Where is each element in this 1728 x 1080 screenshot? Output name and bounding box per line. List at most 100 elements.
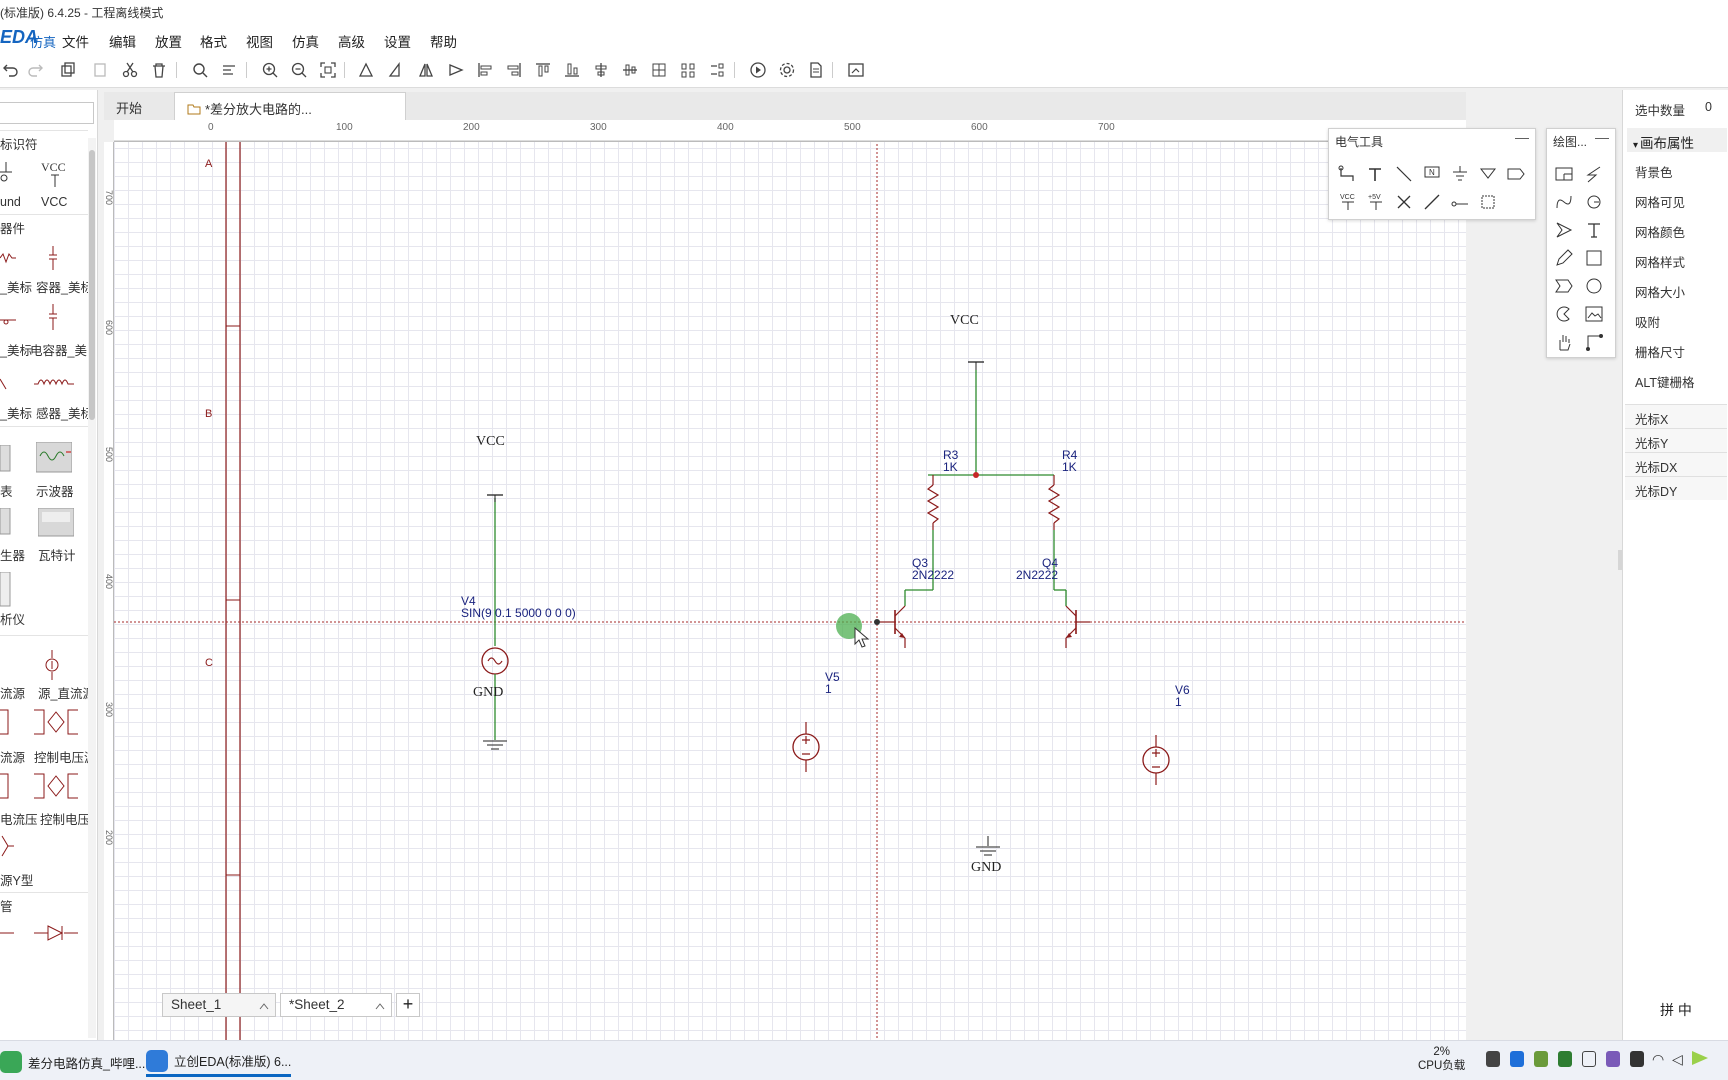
ground-icon[interactable] bbox=[1449, 163, 1471, 185]
resistor-component-icon[interactable] bbox=[0, 250, 16, 266]
prop-background-color[interactable]: 背景色 bbox=[1635, 162, 1673, 181]
align-top-icon[interactable] bbox=[533, 60, 553, 80]
chevron-up-icon[interactable] bbox=[375, 1002, 385, 1010]
align-center-v-icon[interactable] bbox=[620, 60, 640, 80]
cut-icon[interactable] bbox=[120, 60, 140, 80]
hand-pan-icon[interactable] bbox=[1553, 331, 1575, 353]
v4-value[interactable]: SIN(9 0.1 5000 0 0 0) bbox=[461, 606, 576, 620]
net-port-icon[interactable] bbox=[1505, 163, 1527, 185]
delete-icon[interactable] bbox=[149, 60, 169, 80]
table-icon[interactable] bbox=[1553, 163, 1575, 185]
tab-start[interactable]: 开始 bbox=[104, 92, 164, 120]
pin-icon[interactable] bbox=[1449, 191, 1471, 213]
align-grid-icon[interactable] bbox=[649, 60, 669, 80]
paste-icon[interactable] bbox=[90, 60, 110, 80]
prop-alt-snap[interactable]: ALT键栅格 bbox=[1635, 372, 1695, 391]
menu-place[interactable]: 放置 bbox=[155, 31, 182, 51]
menu-view[interactable]: 视图 bbox=[246, 31, 273, 51]
electrolytic-capacitor-icon[interactable] bbox=[48, 304, 58, 330]
wifi-icon[interactable]: ◠ bbox=[1652, 1051, 1664, 1068]
undo-icon[interactable] bbox=[0, 60, 20, 80]
cpu-load-indicator[interactable]: 2% CPU负载 bbox=[1418, 1045, 1465, 1073]
drawing-tools-minimize-button[interactable]: — bbox=[1595, 129, 1609, 145]
add-sheet-button[interactable]: + bbox=[396, 993, 420, 1017]
find-replace-icon[interactable] bbox=[219, 60, 239, 80]
diode-component-icon[interactable] bbox=[0, 312, 16, 328]
gear-icon[interactable] bbox=[777, 60, 797, 80]
circle-icon[interactable] bbox=[1583, 275, 1605, 297]
fit-view-icon[interactable] bbox=[318, 60, 338, 80]
tray-app-icon-1[interactable] bbox=[1486, 1051, 1500, 1067]
vcvs-icon[interactable] bbox=[34, 708, 78, 736]
wattmeter-icon[interactable] bbox=[38, 508, 74, 538]
library-scrollbar-thumb[interactable] bbox=[89, 150, 95, 420]
analyzer-icon[interactable] bbox=[0, 572, 12, 608]
task-bilibili[interactable]: 差分电路仿真_哔哩... bbox=[0, 1047, 145, 1077]
shield-icon[interactable] bbox=[1510, 1051, 1524, 1067]
library-scrollbar[interactable] bbox=[88, 138, 96, 1038]
flip-vertical-icon[interactable] bbox=[446, 60, 466, 80]
vcc-label-left[interactable]: VCC bbox=[476, 434, 505, 450]
rotate-right-icon[interactable] bbox=[386, 60, 406, 80]
prop-grid-color[interactable]: 网格颜色 bbox=[1635, 222, 1685, 241]
r3-value[interactable]: 1K bbox=[943, 460, 958, 474]
bus-icon[interactable] bbox=[1365, 163, 1387, 185]
signal-generator-icon[interactable] bbox=[0, 508, 12, 536]
distribute-h-icon[interactable] bbox=[678, 60, 698, 80]
net-label-icon[interactable]: N bbox=[1421, 163, 1443, 185]
menu-help[interactable]: 帮助 bbox=[430, 31, 457, 51]
plus5v-flag-icon[interactable]: +5V bbox=[1365, 191, 1387, 213]
zener-diode-icon[interactable] bbox=[34, 924, 78, 942]
electrical-tools-minimize-button[interactable]: — bbox=[1515, 129, 1529, 145]
switch-component-icon[interactable] bbox=[0, 375, 16, 391]
inductor-component-icon[interactable] bbox=[34, 376, 80, 390]
vcc-flag-icon[interactable]: VCC bbox=[1337, 191, 1359, 213]
meter-instrument-icon[interactable] bbox=[0, 445, 12, 473]
ime-bar[interactable]: 拼 中 bbox=[1660, 1000, 1692, 1020]
zoom-out-icon[interactable] bbox=[289, 60, 309, 80]
image-icon[interactable] bbox=[1583, 303, 1605, 325]
tray-app-icon-5[interactable] bbox=[1630, 1051, 1644, 1067]
capacitor-component-icon[interactable] bbox=[48, 246, 58, 270]
align-left-icon[interactable] bbox=[475, 60, 495, 80]
v6-value[interactable]: 1 bbox=[1175, 695, 1182, 709]
ccvs-icon[interactable] bbox=[0, 772, 16, 800]
vcc-label-top[interactable]: VCC bbox=[950, 313, 979, 329]
lightning-icon[interactable] bbox=[1583, 163, 1605, 185]
menu-simulate[interactable]: 仿真 bbox=[292, 31, 319, 51]
arrow-icon[interactable] bbox=[1553, 219, 1575, 241]
document-icon[interactable] bbox=[806, 60, 826, 80]
oscilloscope-icon[interactable] bbox=[36, 442, 72, 476]
menu-advanced[interactable]: 高级 bbox=[338, 31, 365, 51]
prop-grid-size[interactable]: 网格大小 bbox=[1635, 282, 1685, 301]
netflag-group-icon[interactable] bbox=[1477, 191, 1499, 213]
gnd-label-bottom[interactable]: GND bbox=[971, 860, 1001, 876]
prop-snap-size[interactable]: 栅格尺寸 bbox=[1635, 342, 1685, 361]
bus-entry-icon[interactable] bbox=[1393, 163, 1415, 185]
tray-app-icon-3[interactable] bbox=[1558, 1051, 1572, 1067]
ime-chinese[interactable]: 中 bbox=[1678, 1002, 1692, 1018]
y-source-icon[interactable] bbox=[0, 834, 16, 860]
sheet-tab-2[interactable]: *Sheet_2 bbox=[280, 993, 392, 1017]
search-icon[interactable] bbox=[190, 60, 210, 80]
menu-format[interactable]: 格式 bbox=[200, 31, 227, 51]
q4-value[interactable]: 2N2222 bbox=[1016, 568, 1058, 582]
volume-icon[interactable]: ◁ bbox=[1672, 1051, 1683, 1068]
v5-value[interactable]: 1 bbox=[825, 682, 832, 696]
q3-value[interactable]: 2N2222 bbox=[912, 568, 954, 582]
rectangle-icon[interactable] bbox=[1583, 247, 1605, 269]
prop-grid-style[interactable]: 网格样式 bbox=[1635, 252, 1685, 271]
pencil-icon[interactable] bbox=[1553, 247, 1575, 269]
export-icon[interactable] bbox=[846, 60, 866, 80]
battery-icon[interactable] bbox=[1582, 1051, 1596, 1067]
cccs-icon[interactable] bbox=[0, 708, 16, 736]
menu-edit[interactable]: 编辑 bbox=[109, 31, 136, 51]
task-easyeda[interactable]: 立创EDA(标准版) 6... bbox=[146, 1047, 292, 1077]
menu-file[interactable]: 文件 bbox=[62, 31, 89, 51]
bezier-icon[interactable] bbox=[1553, 191, 1575, 213]
chevron-up-icon[interactable] bbox=[259, 1002, 269, 1010]
align-right-icon[interactable] bbox=[504, 60, 524, 80]
copy-icon[interactable] bbox=[58, 60, 78, 80]
gnd-label-left[interactable]: GND bbox=[473, 685, 503, 701]
ime-pinyin[interactable]: 拼 bbox=[1660, 1002, 1674, 1018]
